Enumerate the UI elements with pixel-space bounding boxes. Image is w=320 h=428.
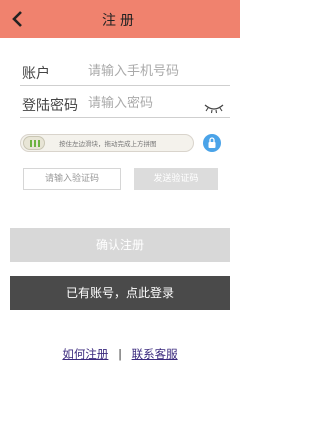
grip-line — [38, 140, 40, 147]
toggle-password-button[interactable] — [204, 99, 224, 114]
page-title: 注册 — [102, 13, 138, 29]
password-label: 登陆密码 — [22, 98, 78, 114]
grip-line — [34, 140, 36, 147]
grip-line — [30, 140, 32, 147]
account-label: 账户 — [22, 66, 50, 82]
slider-captcha: 按住左边滑块，拖动完成上方拼图 — [20, 134, 194, 152]
header-bar: 注册 — [0, 0, 240, 38]
send-code-button[interactable]: 发送验证码 — [134, 168, 218, 190]
captcha-input[interactable]: 请输入验证码 — [23, 168, 121, 190]
account-row: 账户 — [20, 58, 230, 86]
link-separator: | — [118, 347, 122, 361]
password-row: 登陆密码 — [20, 90, 230, 118]
lock-icon — [208, 137, 216, 148]
help-links: 如何注册 | 联系客服 — [0, 346, 240, 362]
eye-closed-icon — [204, 104, 224, 114]
contact-service-link[interactable]: 联系客服 — [132, 347, 178, 361]
slider-hint: 按住左边滑块，拖动完成上方拼图 — [59, 140, 157, 148]
confirm-register-button[interactable]: 确认注册 — [10, 228, 230, 262]
login-button[interactable]: 已有账号，点此登录 — [10, 276, 230, 310]
slider-handle[interactable] — [23, 136, 45, 150]
phone-input[interactable] — [88, 61, 220, 81]
password-input[interactable] — [88, 93, 220, 113]
lock-button[interactable] — [203, 134, 221, 152]
how-to-register-link[interactable]: 如何注册 — [62, 347, 108, 361]
